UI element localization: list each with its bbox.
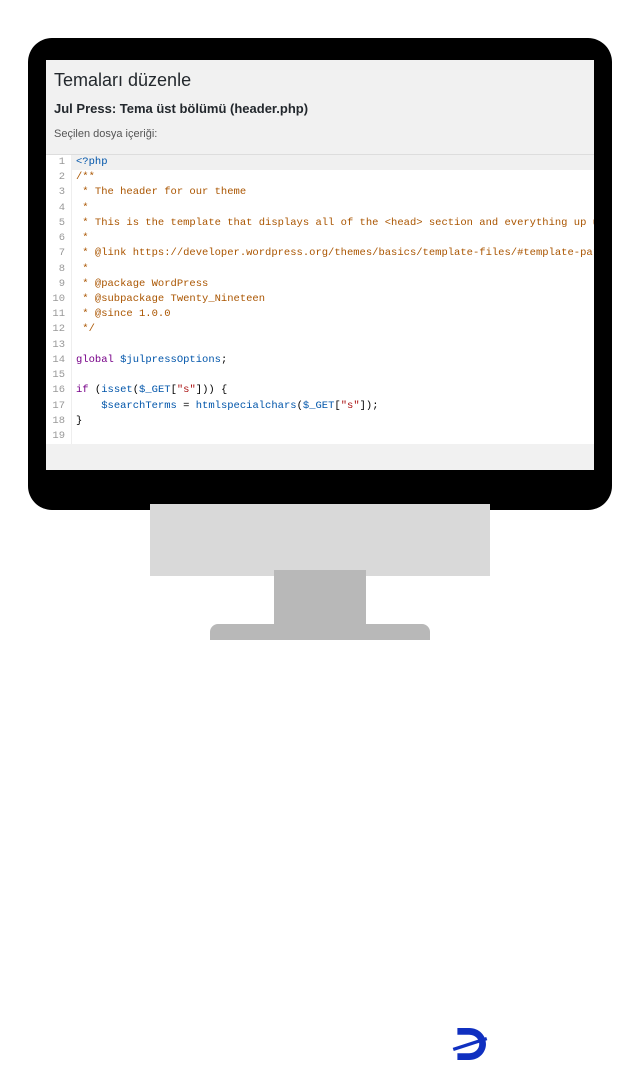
line-number: 8 xyxy=(46,262,72,277)
monitor-neck xyxy=(274,570,366,630)
line-number: 7 xyxy=(46,246,72,261)
line-number: 17 xyxy=(46,399,72,414)
file-subtitle: Jul Press: Tema üst bölümü (header.php) xyxy=(54,101,586,116)
line-number: 9 xyxy=(46,277,72,292)
code-content[interactable]: * @since 1.0.0 xyxy=(72,307,171,322)
code-editor[interactable]: 1<?php2/**3 * The header for our theme4 … xyxy=(46,154,594,444)
code-content[interactable] xyxy=(72,368,76,383)
line-number: 5 xyxy=(46,216,72,231)
line-number: 10 xyxy=(46,292,72,307)
line-number: 2 xyxy=(46,170,72,185)
code-content[interactable] xyxy=(72,338,76,353)
brand-logo xyxy=(444,1018,496,1070)
page-title: Temaları düzenle xyxy=(54,70,586,91)
code-line[interactable]: 18} xyxy=(46,414,594,429)
code-content[interactable]: /** xyxy=(72,170,95,185)
code-line[interactable]: 4 * xyxy=(46,201,594,216)
code-line[interactable]: 3 * The header for our theme xyxy=(46,185,594,200)
code-line[interactable]: 9 * @package WordPress xyxy=(46,277,594,292)
line-number: 14 xyxy=(46,353,72,368)
code-line[interactable]: 6 * xyxy=(46,231,594,246)
monitor-foot xyxy=(210,624,430,640)
code-content[interactable]: * xyxy=(72,231,89,246)
line-number: 11 xyxy=(46,307,72,322)
code-line[interactable]: 14global $julpressOptions; xyxy=(46,353,594,368)
code-content[interactable]: * xyxy=(72,201,89,216)
line-number: 16 xyxy=(46,383,72,398)
code-line[interactable]: 1<?php xyxy=(46,155,594,170)
line-number: 1 xyxy=(46,155,72,170)
code-content[interactable]: if (isset($_GET["s"])) { xyxy=(72,383,227,398)
line-number: 13 xyxy=(46,338,72,353)
code-content[interactable]: * The header for our theme xyxy=(72,185,246,200)
code-content[interactable]: global $julpressOptions; xyxy=(72,353,227,368)
code-line[interactable]: 16if (isset($_GET["s"])) { xyxy=(46,383,594,398)
code-content[interactable]: $searchTerms = htmlspecialchars($_GET["s… xyxy=(72,399,379,414)
code-line[interactable]: 17 $searchTerms = htmlspecialchars($_GET… xyxy=(46,399,594,414)
code-line[interactable]: 2/** xyxy=(46,170,594,185)
code-content[interactable]: * This is the template that displays all… xyxy=(72,216,594,231)
code-content[interactable]: * @link https://developer.wordpress.org/… xyxy=(72,246,594,261)
editor-header: Temaları düzenle Jul Press: Tema üst böl… xyxy=(46,60,594,154)
monitor-base xyxy=(150,504,490,576)
monitor-frame: Temaları düzenle Jul Press: Tema üst böl… xyxy=(28,38,612,510)
logo-d-icon xyxy=(449,1023,491,1065)
code-content[interactable]: } xyxy=(72,414,82,429)
line-number: 6 xyxy=(46,231,72,246)
code-content[interactable]: * xyxy=(72,262,89,277)
content-label: Seçilen dosya içeriği: xyxy=(54,128,586,140)
code-line[interactable]: 19 xyxy=(46,429,594,444)
code-content[interactable] xyxy=(72,429,76,444)
code-line[interactable]: 12 */ xyxy=(46,322,594,337)
code-content[interactable]: */ xyxy=(72,322,95,337)
code-line[interactable]: 7 * @link https://developer.wordpress.or… xyxy=(46,246,594,261)
code-line[interactable]: 8 * xyxy=(46,262,594,277)
code-line[interactable]: 5 * This is the template that displays a… xyxy=(46,216,594,231)
code-content[interactable]: <?php xyxy=(72,155,108,170)
code-line[interactable]: 13 xyxy=(46,338,594,353)
screen: Temaları düzenle Jul Press: Tema üst böl… xyxy=(46,60,594,470)
line-number: 18 xyxy=(46,414,72,429)
line-number: 15 xyxy=(46,368,72,383)
line-number: 19 xyxy=(46,429,72,444)
code-line[interactable]: 11 * @since 1.0.0 xyxy=(46,307,594,322)
code-content[interactable]: * @package WordPress xyxy=(72,277,208,292)
code-line[interactable]: 15 xyxy=(46,368,594,383)
line-number: 3 xyxy=(46,185,72,200)
line-number: 12 xyxy=(46,322,72,337)
code-content[interactable]: * @subpackage Twenty_Nineteen xyxy=(72,292,265,307)
line-number: 4 xyxy=(46,201,72,216)
code-line[interactable]: 10 * @subpackage Twenty_Nineteen xyxy=(46,292,594,307)
